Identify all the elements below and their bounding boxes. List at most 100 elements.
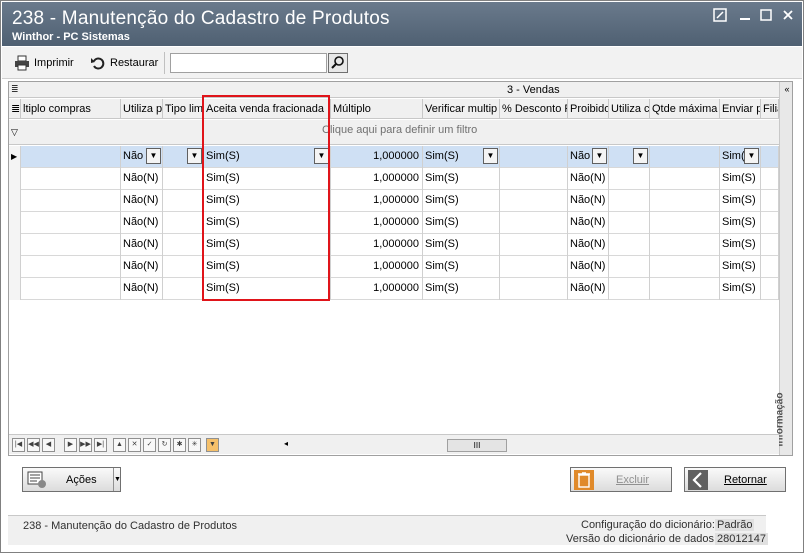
table-cell[interactable] bbox=[500, 234, 568, 256]
row-indicator[interactable] bbox=[9, 234, 21, 256]
table-cell[interactable]: Sim(S) bbox=[423, 212, 500, 234]
table-cell[interactable] bbox=[163, 278, 204, 300]
table-cell[interactable]: Não ▼ bbox=[121, 146, 163, 168]
actions-dropdown-icon[interactable]: ▼ bbox=[113, 468, 121, 491]
table-cell[interactable]: Sim(S) bbox=[720, 168, 761, 190]
table-cell[interactable]: 1,000000 bbox=[331, 212, 423, 234]
horizontal-scrollbar[interactable]: ◂ III bbox=[284, 439, 774, 452]
scroll-collapse-icon[interactable]: « bbox=[781, 83, 792, 95]
table-cell[interactable]: 1,000000 bbox=[331, 190, 423, 212]
table-cell[interactable]: ▼ bbox=[609, 146, 650, 168]
table-cell[interactable]: Não(N) bbox=[121, 190, 163, 212]
header-menu-icon[interactable]: ≣ bbox=[9, 99, 21, 119]
table-cell[interactable]: Não(N) bbox=[568, 278, 609, 300]
info-side-tab[interactable]: Informação bbox=[774, 382, 792, 455]
table-cell[interactable]: Sim(S) bbox=[423, 256, 500, 278]
table-cell[interactable] bbox=[163, 256, 204, 278]
table-cell[interactable] bbox=[21, 146, 121, 168]
table-cell[interactable]: Sim(S) ▼ bbox=[423, 146, 500, 168]
table-cell[interactable]: Sim(S) bbox=[423, 190, 500, 212]
insert-record-icon[interactable]: ▲ bbox=[113, 438, 126, 452]
row-indicator[interactable] bbox=[9, 256, 21, 278]
table-cell[interactable] bbox=[21, 234, 121, 256]
restore-button[interactable]: Restaurar bbox=[90, 54, 158, 72]
table-cell[interactable] bbox=[650, 146, 720, 168]
table-cell[interactable]: Sim(▼ bbox=[720, 146, 761, 168]
table-cell[interactable] bbox=[761, 234, 779, 256]
table-cell[interactable]: 1,000000 bbox=[331, 234, 423, 256]
table-cell[interactable] bbox=[761, 256, 779, 278]
table-cell[interactable] bbox=[500, 212, 568, 234]
last-page-icon[interactable]: ▶| bbox=[94, 438, 107, 452]
table-cell[interactable] bbox=[500, 190, 568, 212]
restore-window-icon[interactable] bbox=[712, 8, 728, 24]
table-cell[interactable]: Sim(S) ▼ bbox=[204, 146, 331, 168]
search-button[interactable] bbox=[328, 53, 348, 73]
row-indicator[interactable] bbox=[9, 190, 21, 212]
table-cell[interactable]: Sim(S) bbox=[720, 212, 761, 234]
search-input[interactable] bbox=[170, 53, 327, 73]
table-cell[interactable] bbox=[761, 212, 779, 234]
table-cell[interactable] bbox=[609, 168, 650, 190]
table-cell[interactable]: Sim(S) bbox=[423, 168, 500, 190]
filter-hint[interactable]: Clique aqui para definir um filtro bbox=[322, 124, 477, 136]
table-cell[interactable]: Sim(S) bbox=[204, 168, 331, 190]
table-cell[interactable]: Sim(S) bbox=[720, 278, 761, 300]
table-cell[interactable]: Sim(S) bbox=[204, 278, 331, 300]
table-row[interactable]: ▶ Não ▼ ▼ Sim(S) ▼ 1,000000 Sim(S) ▼ Não ▼ ▼ Sim(▼ bbox=[9, 146, 779, 168]
return-button[interactable]: Retornar bbox=[684, 467, 786, 492]
close-icon[interactable] bbox=[780, 8, 796, 24]
table-cell[interactable] bbox=[761, 190, 779, 212]
table-cell[interactable]: Não(N) bbox=[568, 234, 609, 256]
table-cell[interactable] bbox=[650, 212, 720, 234]
table-cell[interactable] bbox=[163, 234, 204, 256]
table-cell[interactable] bbox=[21, 256, 121, 278]
table-cell[interactable] bbox=[650, 190, 720, 212]
edit-record-icon[interactable]: ✓ bbox=[143, 438, 156, 452]
column-chooser-icon[interactable]: ≣ bbox=[11, 84, 19, 95]
dropdown-arrow-icon[interactable]: ▼ bbox=[146, 148, 161, 164]
horizontal-scroll-thumb[interactable]: III bbox=[447, 439, 507, 452]
table-cell[interactable]: Sim(S) bbox=[720, 234, 761, 256]
column-header[interactable]: Utiliza c bbox=[609, 99, 650, 119]
scroll-left-icon[interactable]: ◂ bbox=[284, 439, 288, 448]
maximize-icon[interactable] bbox=[758, 8, 774, 24]
table-cell[interactable]: Não(N) bbox=[568, 256, 609, 278]
table-cell[interactable] bbox=[500, 146, 568, 168]
table-cell[interactable] bbox=[609, 212, 650, 234]
table-cell[interactable]: 1,000000 bbox=[331, 278, 423, 300]
table-cell[interactable] bbox=[650, 168, 720, 190]
table-cell[interactable] bbox=[163, 212, 204, 234]
table-cell[interactable]: 1,000000 bbox=[331, 256, 423, 278]
table-cell[interactable]: Sim(S) bbox=[720, 190, 761, 212]
filter-toggle-icon[interactable]: ▼ bbox=[206, 438, 219, 452]
column-header[interactable]: ltiplo compras bbox=[21, 99, 121, 119]
table-cell[interactable] bbox=[609, 256, 650, 278]
row-indicator[interactable] bbox=[9, 168, 21, 190]
table-row[interactable]: Não(N) Sim(S) 1,000000 Sim(S) Não(N) Sim(S) bbox=[9, 234, 779, 256]
table-cell[interactable] bbox=[163, 190, 204, 212]
dropdown-arrow-icon[interactable]: ▼ bbox=[633, 148, 648, 164]
table-cell[interactable] bbox=[650, 256, 720, 278]
refresh-icon[interactable]: ↻ bbox=[158, 438, 171, 452]
table-cell[interactable]: Sim(S) bbox=[423, 234, 500, 256]
table-cell[interactable] bbox=[609, 234, 650, 256]
table-cell[interactable] bbox=[500, 278, 568, 300]
table-row[interactable]: Não(N) Sim(S) 1,000000 Sim(S) Não(N) Sim(S) bbox=[9, 212, 779, 234]
table-cell[interactable]: Não(N) bbox=[568, 212, 609, 234]
table-cell[interactable]: Não(N) bbox=[121, 278, 163, 300]
table-row[interactable]: Não(N) Sim(S) 1,000000 Sim(S) Não(N) Sim(S) bbox=[9, 278, 779, 300]
table-cell[interactable]: Não ▼ bbox=[568, 146, 609, 168]
actions-button[interactable]: Ações ▼ bbox=[22, 467, 121, 492]
table-row[interactable]: Não(N) Sim(S) 1,000000 Sim(S) Não(N) Sim(S) bbox=[9, 190, 779, 212]
table-cell[interactable] bbox=[761, 168, 779, 190]
table-cell[interactable]: Não(N) bbox=[121, 212, 163, 234]
prev-page-icon[interactable]: ◀◀ bbox=[27, 438, 40, 452]
table-row[interactable]: Não(N) Sim(S) 1,000000 Sim(S) Não(N) Sim(S) bbox=[9, 256, 779, 278]
first-page-icon[interactable]: |◀ bbox=[12, 438, 25, 452]
column-header[interactable]: Proibido bbox=[568, 99, 609, 119]
table-cell[interactable] bbox=[21, 168, 121, 190]
table-cell[interactable]: Sim(S) bbox=[204, 190, 331, 212]
table-cell[interactable]: 1,000000 bbox=[331, 146, 423, 168]
table-cell[interactable]: ▼ bbox=[163, 146, 204, 168]
